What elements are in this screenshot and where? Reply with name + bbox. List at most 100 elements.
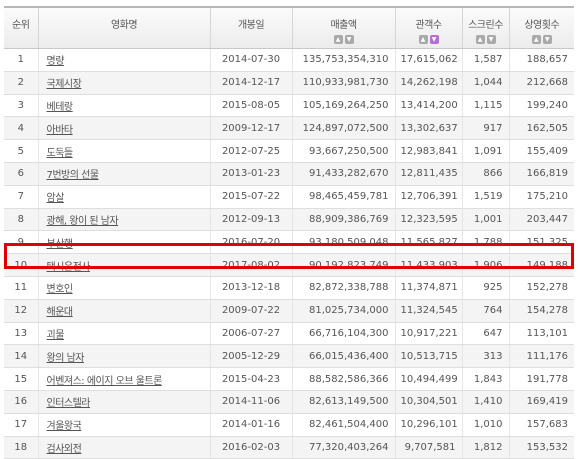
sales-sort-controls: ▲ ▼ <box>293 35 395 45</box>
sort-up-icon[interactable]: ▲ <box>475 35 485 44</box>
title-cell: 어벤져스: 에이지 오브 울트론 <box>38 367 211 391</box>
audience-cell: 13,414,200 <box>395 94 463 118</box>
showings-cell: 152,278 <box>509 276 574 300</box>
movie-title-link[interactable]: 명량 <box>47 56 65 67</box>
sales-cell: 98,465,459,781 <box>292 185 396 209</box>
release-header-label: 개봉일 <box>237 20 265 31</box>
showings-cell: 188,657 <box>509 48 574 72</box>
table-row: 15 어벤져스: 에이지 오브 울트론 2015-04-23 88,582,586,3… <box>4 367 574 391</box>
screens-cell: 1,812 <box>462 436 510 459</box>
screens-cell: 1,843 <box>462 367 510 391</box>
showings-cell: 203,447 <box>509 208 574 232</box>
rank-cell: 3 <box>4 94 39 118</box>
audience-cell: 9,707,581 <box>395 436 463 459</box>
table-row: 11 변호인 2013-12-18 82,872,338,788 11,374,871 9… <box>4 276 574 300</box>
table-row: 14 왕의 남자 2005-12-29 66,015,436,400 10,513,71… <box>4 344 574 369</box>
rank-header-label: 순위 <box>12 20 30 31</box>
movie-title-link[interactable]: 암살 <box>47 193 65 204</box>
sales-cell: 66,015,436,400 <box>292 344 396 369</box>
title-cell: 해운대 <box>38 299 211 323</box>
movie-title-link[interactable]: 인터스텔라 <box>47 398 91 409</box>
screens-cell: 1,001 <box>462 208 510 232</box>
showings-cell: 113,101 <box>509 322 574 346</box>
col-header-release: 개봉일 <box>210 6 293 49</box>
release-date-cell: 2015-07-22 <box>210 185 293 209</box>
rank-cell: 7 <box>4 185 39 209</box>
table-row: 2 국제시장 2014-12-17 110,933,981,730 14,262,198… <box>4 71 574 95</box>
sales-cell: 88,909,386,769 <box>292 208 396 232</box>
movie-title-link[interactable]: 아바타 <box>47 125 74 136</box>
movie-title-link[interactable]: 겨울왕국 <box>47 421 82 432</box>
table-row: 6 7번방의 선물 2013-01-23 91,433,282,670 12,811,4… <box>4 162 574 186</box>
release-date-cell: 2015-04-23 <box>210 367 293 391</box>
title-cell: 왕의 남자 <box>38 344 211 369</box>
table-row: 13 괴물 2006-07-27 66,716,104,300 10,917,221 64… <box>4 322 574 346</box>
screens-header-label: 스크린수 <box>468 20 503 31</box>
rank-cell: 1 <box>4 48 39 72</box>
sales-cell: 124,897,072,500 <box>292 116 396 141</box>
screens-cell: 1,519 <box>462 185 510 209</box>
movie-title-link[interactable]: 왕의 남자 <box>47 353 85 364</box>
movie-title-link[interactable]: 해운대 <box>47 307 74 318</box>
movie-title-link[interactable]: 부산행 <box>47 239 74 250</box>
movie-title-link[interactable]: 택시운전사 <box>47 262 91 273</box>
table-row: 4 아바타 2009-12-17 124,897,072,500 13,302,637 9… <box>4 116 574 141</box>
movie-title-link[interactable]: 변호인 <box>47 284 74 295</box>
col-header-title: 영화명 <box>38 6 211 49</box>
showings-cell: 212,668 <box>509 71 574 95</box>
release-date-cell: 2009-07-22 <box>210 299 293 323</box>
showings-cell: 149,188 <box>509 253 574 277</box>
box-office-table-container: 순위 영화명 개봉일 매출액 ▲ ▼ 관객수 ▲ ▼ 스크린수 ▲ ▼ 상영횟수… <box>4 6 574 459</box>
showings-cell: 175,210 <box>509 185 574 209</box>
title-cell: 괴물 <box>38 322 211 346</box>
audience-cell: 10,296,101 <box>395 413 463 437</box>
showings-cell: 151,325 <box>509 230 574 255</box>
movie-title-link[interactable]: 어벤져스: 에이지 오브 울트론 <box>47 376 163 387</box>
movie-title-link[interactable]: 도둑들 <box>47 148 74 159</box>
rank-cell: 5 <box>4 139 39 163</box>
rank-cell: 18 <box>4 436 39 459</box>
sort-up-icon[interactable]: ▲ <box>531 35 541 44</box>
sort-down-icon-active[interactable]: ▼ <box>429 35 439 44</box>
table-row-highlighted: 10 택시운전사 2017-08-02 90,192,823,749 11,433,90… <box>4 253 574 277</box>
sort-up-icon[interactable]: ▲ <box>333 35 343 44</box>
audience-cell: 11,565,827 <box>395 230 463 255</box>
showings-cell: 166,819 <box>509 162 574 186</box>
col-header-rank: 순위 <box>4 6 39 49</box>
sort-down-icon[interactable]: ▼ <box>344 35 354 44</box>
sales-cell: 81,025,734,000 <box>292 299 396 323</box>
table-row: 12 해운대 2009-07-22 81,025,734,000 11,324,545 7… <box>4 299 574 323</box>
showings-cell: 154,278 <box>509 299 574 323</box>
movie-title-link[interactable]: 국제시장 <box>47 79 82 90</box>
movie-title-link[interactable]: 괴물 <box>47 330 65 341</box>
movie-title-link[interactable]: 검사외전 <box>47 444 82 455</box>
table-row: 8 광해, 왕이 된 남자 2012-09-13 88,909,386,769 12,3… <box>4 208 574 232</box>
movie-title-link[interactable]: 7번방의 선물 <box>47 170 100 181</box>
sales-cell: 82,872,338,788 <box>292 276 396 300</box>
movie-title-link[interactable]: 광해, 왕이 된 남자 <box>47 216 119 227</box>
screens-cell: 764 <box>462 299 510 323</box>
screens-sort-controls: ▲ ▼ <box>463 35 509 45</box>
audience-cell: 12,983,841 <box>395 139 463 163</box>
audience-cell: 12,811,435 <box>395 162 463 186</box>
showings-cell: 153,532 <box>509 436 574 459</box>
audience-cell: 11,374,871 <box>395 276 463 300</box>
title-cell: 광해, 왕이 된 남자 <box>38 208 211 232</box>
release-date-cell: 2014-01-16 <box>210 413 293 437</box>
audience-cell: 12,323,595 <box>395 208 463 232</box>
screens-cell: 1,010 <box>462 413 510 437</box>
sort-up-icon[interactable]: ▲ <box>418 35 428 44</box>
title-cell: 검사외전 <box>38 436 211 459</box>
audience-cell: 10,917,221 <box>395 322 463 346</box>
sales-cell: 82,461,504,400 <box>292 413 396 437</box>
screens-cell: 1,115 <box>462 94 510 118</box>
release-date-cell: 2012-09-13 <box>210 208 293 232</box>
col-header-screens: 스크린수 ▲ ▼ <box>462 6 510 49</box>
title-cell: 겨울왕국 <box>38 413 211 437</box>
sales-cell: 110,933,981,730 <box>292 71 396 95</box>
sort-down-icon[interactable]: ▼ <box>486 35 496 44</box>
showings-header-label: 상영횟수 <box>524 20 560 31</box>
movie-title-link[interactable]: 베테랑 <box>47 102 74 113</box>
sort-down-icon[interactable]: ▼ <box>542 35 552 44</box>
col-header-sales: 매출액 ▲ ▼ <box>292 6 396 49</box>
